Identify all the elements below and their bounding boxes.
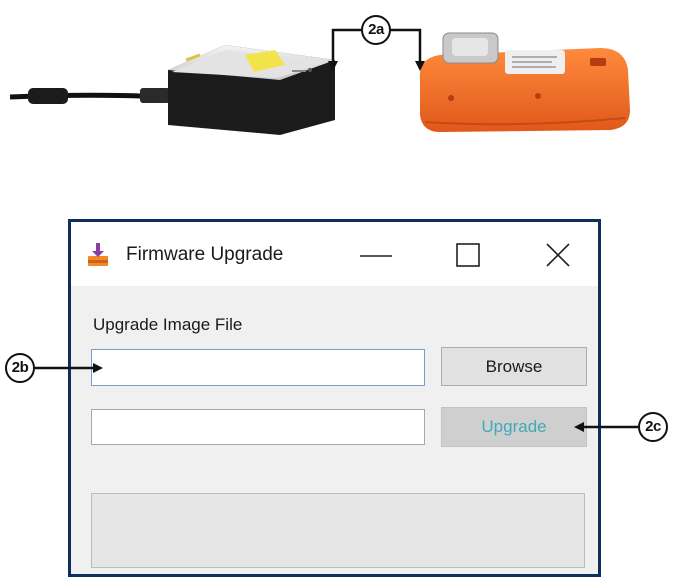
usb-cable (9, 88, 171, 104)
callout-2a-badge: 2a (361, 15, 391, 45)
close-icon (546, 243, 570, 267)
callout-2c-badge: 2c (638, 412, 668, 442)
device-photo (9, 32, 630, 135)
firmware-upgrade-app-icon (88, 243, 108, 266)
upgrade-button[interactable]: Upgrade (441, 407, 587, 447)
image-file-path-input[interactable] (91, 349, 425, 386)
upgrade-image-file-label: Upgrade Image File (93, 315, 243, 334)
upgrade-progress-bar (91, 493, 585, 568)
ir-adapter (168, 45, 335, 135)
firmware-upgrade-window: Firmware Upgrade Upgrade Image File Brow… (68, 219, 601, 577)
minimize-button[interactable] (354, 236, 400, 276)
title-bar[interactable]: Firmware Upgrade (71, 222, 598, 286)
close-button[interactable] (537, 236, 583, 276)
gas-detector (419, 32, 630, 132)
maximize-button[interactable] (447, 236, 493, 276)
window-title: Firmware Upgrade (126, 244, 284, 265)
minimize-icon (360, 255, 392, 257)
upgrade-status-field[interactable] (91, 409, 425, 445)
callout-2b-badge: 2b (5, 353, 35, 383)
browse-button[interactable]: Browse (441, 347, 587, 386)
maximize-icon (456, 243, 480, 267)
